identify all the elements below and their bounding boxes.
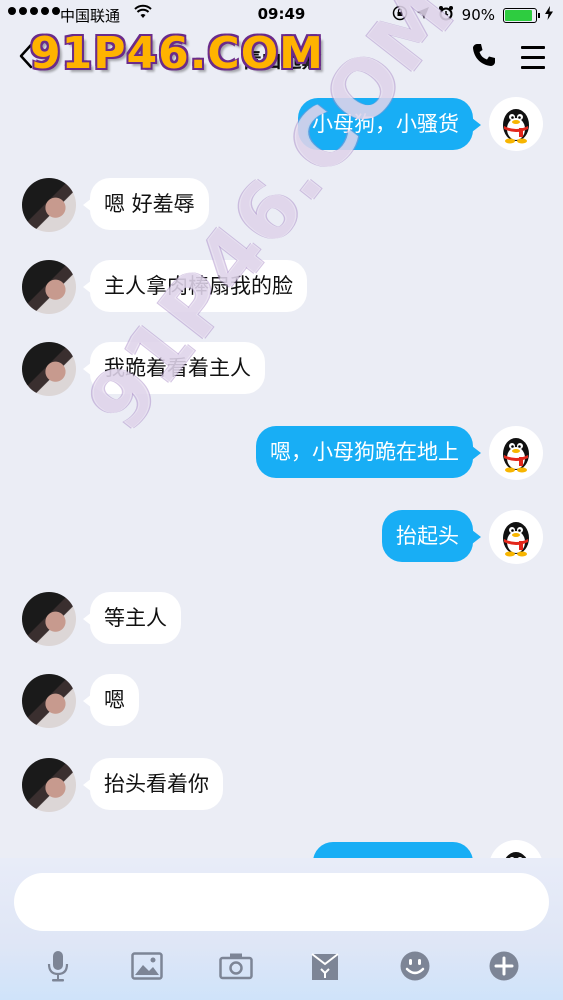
battery-icon [503, 7, 540, 23]
camera-icon[interactable] [216, 946, 256, 986]
penguin-avatar-icon[interactable] [489, 510, 543, 564]
status-bar: 中国联通 09:49 90% [0, 0, 563, 30]
message-row-outgoing-partial [0, 838, 563, 858]
image-icon[interactable] [127, 946, 167, 986]
plus-icon[interactable] [484, 946, 524, 986]
avatar[interactable] [22, 592, 76, 646]
charging-icon [545, 6, 553, 24]
message-row-incoming: 等主人 [0, 592, 563, 652]
nav-bar: 青山远黛 [0, 30, 563, 86]
message-bubble-incoming[interactable]: 我跪着看着主人 [83, 342, 265, 394]
message-input[interactable] [14, 873, 549, 931]
composer-toolbar [0, 946, 563, 986]
chat-message-list[interactable]: 小母狗，小骚货 嗯 好羞辱 主人拿肉棒扇我的脸 我跪着看着主人 嗯，小母狗跪在地… [0, 86, 563, 858]
message-row-outgoing: 嗯，小母狗跪在地上 [0, 426, 563, 486]
message-row-incoming: 嗯 [0, 674, 563, 734]
message-row-outgoing: 抬起头 [0, 508, 563, 568]
orientation-lock-icon [392, 5, 408, 25]
message-bubble-incoming[interactable]: 嗯 [83, 674, 139, 726]
message-row-outgoing: 小母狗，小骚货 [0, 94, 563, 154]
avatar[interactable] [22, 758, 76, 812]
phone-call-button[interactable] [471, 42, 497, 72]
message-row-incoming: 我跪着看着主人 [0, 342, 563, 402]
red-packet-icon[interactable] [305, 946, 345, 986]
message-bubble-incoming[interactable]: 主人拿肉棒扇我的脸 [83, 260, 307, 312]
avatar[interactable] [22, 342, 76, 396]
message-row-incoming: 嗯 好羞辱 [0, 176, 563, 236]
composer [0, 858, 563, 1000]
battery-percent: 90% [461, 6, 495, 24]
penguin-avatar-icon[interactable] [489, 97, 543, 151]
message-bubble-outgoing[interactable] [313, 842, 473, 858]
menu-icon[interactable] [521, 46, 545, 76]
message-bubble-outgoing[interactable]: 抬起头 [382, 510, 481, 562]
message-row-incoming: 主人拿肉棒扇我的脸 [0, 260, 563, 320]
location-icon [416, 6, 430, 24]
avatar[interactable] [22, 260, 76, 314]
message-bubble-incoming[interactable]: 抬头看着你 [83, 758, 223, 810]
message-bubble-incoming[interactable]: 等主人 [83, 592, 181, 644]
message-bubble-outgoing[interactable]: 小母狗，小骚货 [298, 98, 481, 150]
microphone-icon[interactable] [38, 946, 78, 986]
emoji-icon[interactable] [395, 946, 435, 986]
avatar[interactable] [22, 674, 76, 728]
message-bubble-incoming[interactable]: 嗯 好羞辱 [83, 178, 209, 230]
penguin-avatar-icon[interactable] [489, 840, 543, 858]
alarm-icon [438, 5, 454, 25]
penguin-avatar-icon[interactable] [489, 426, 543, 480]
message-bubble-outgoing[interactable]: 嗯，小母狗跪在地上 [256, 426, 481, 478]
avatar[interactable] [22, 178, 76, 232]
message-row-incoming: 抬头看着你 [0, 756, 563, 816]
